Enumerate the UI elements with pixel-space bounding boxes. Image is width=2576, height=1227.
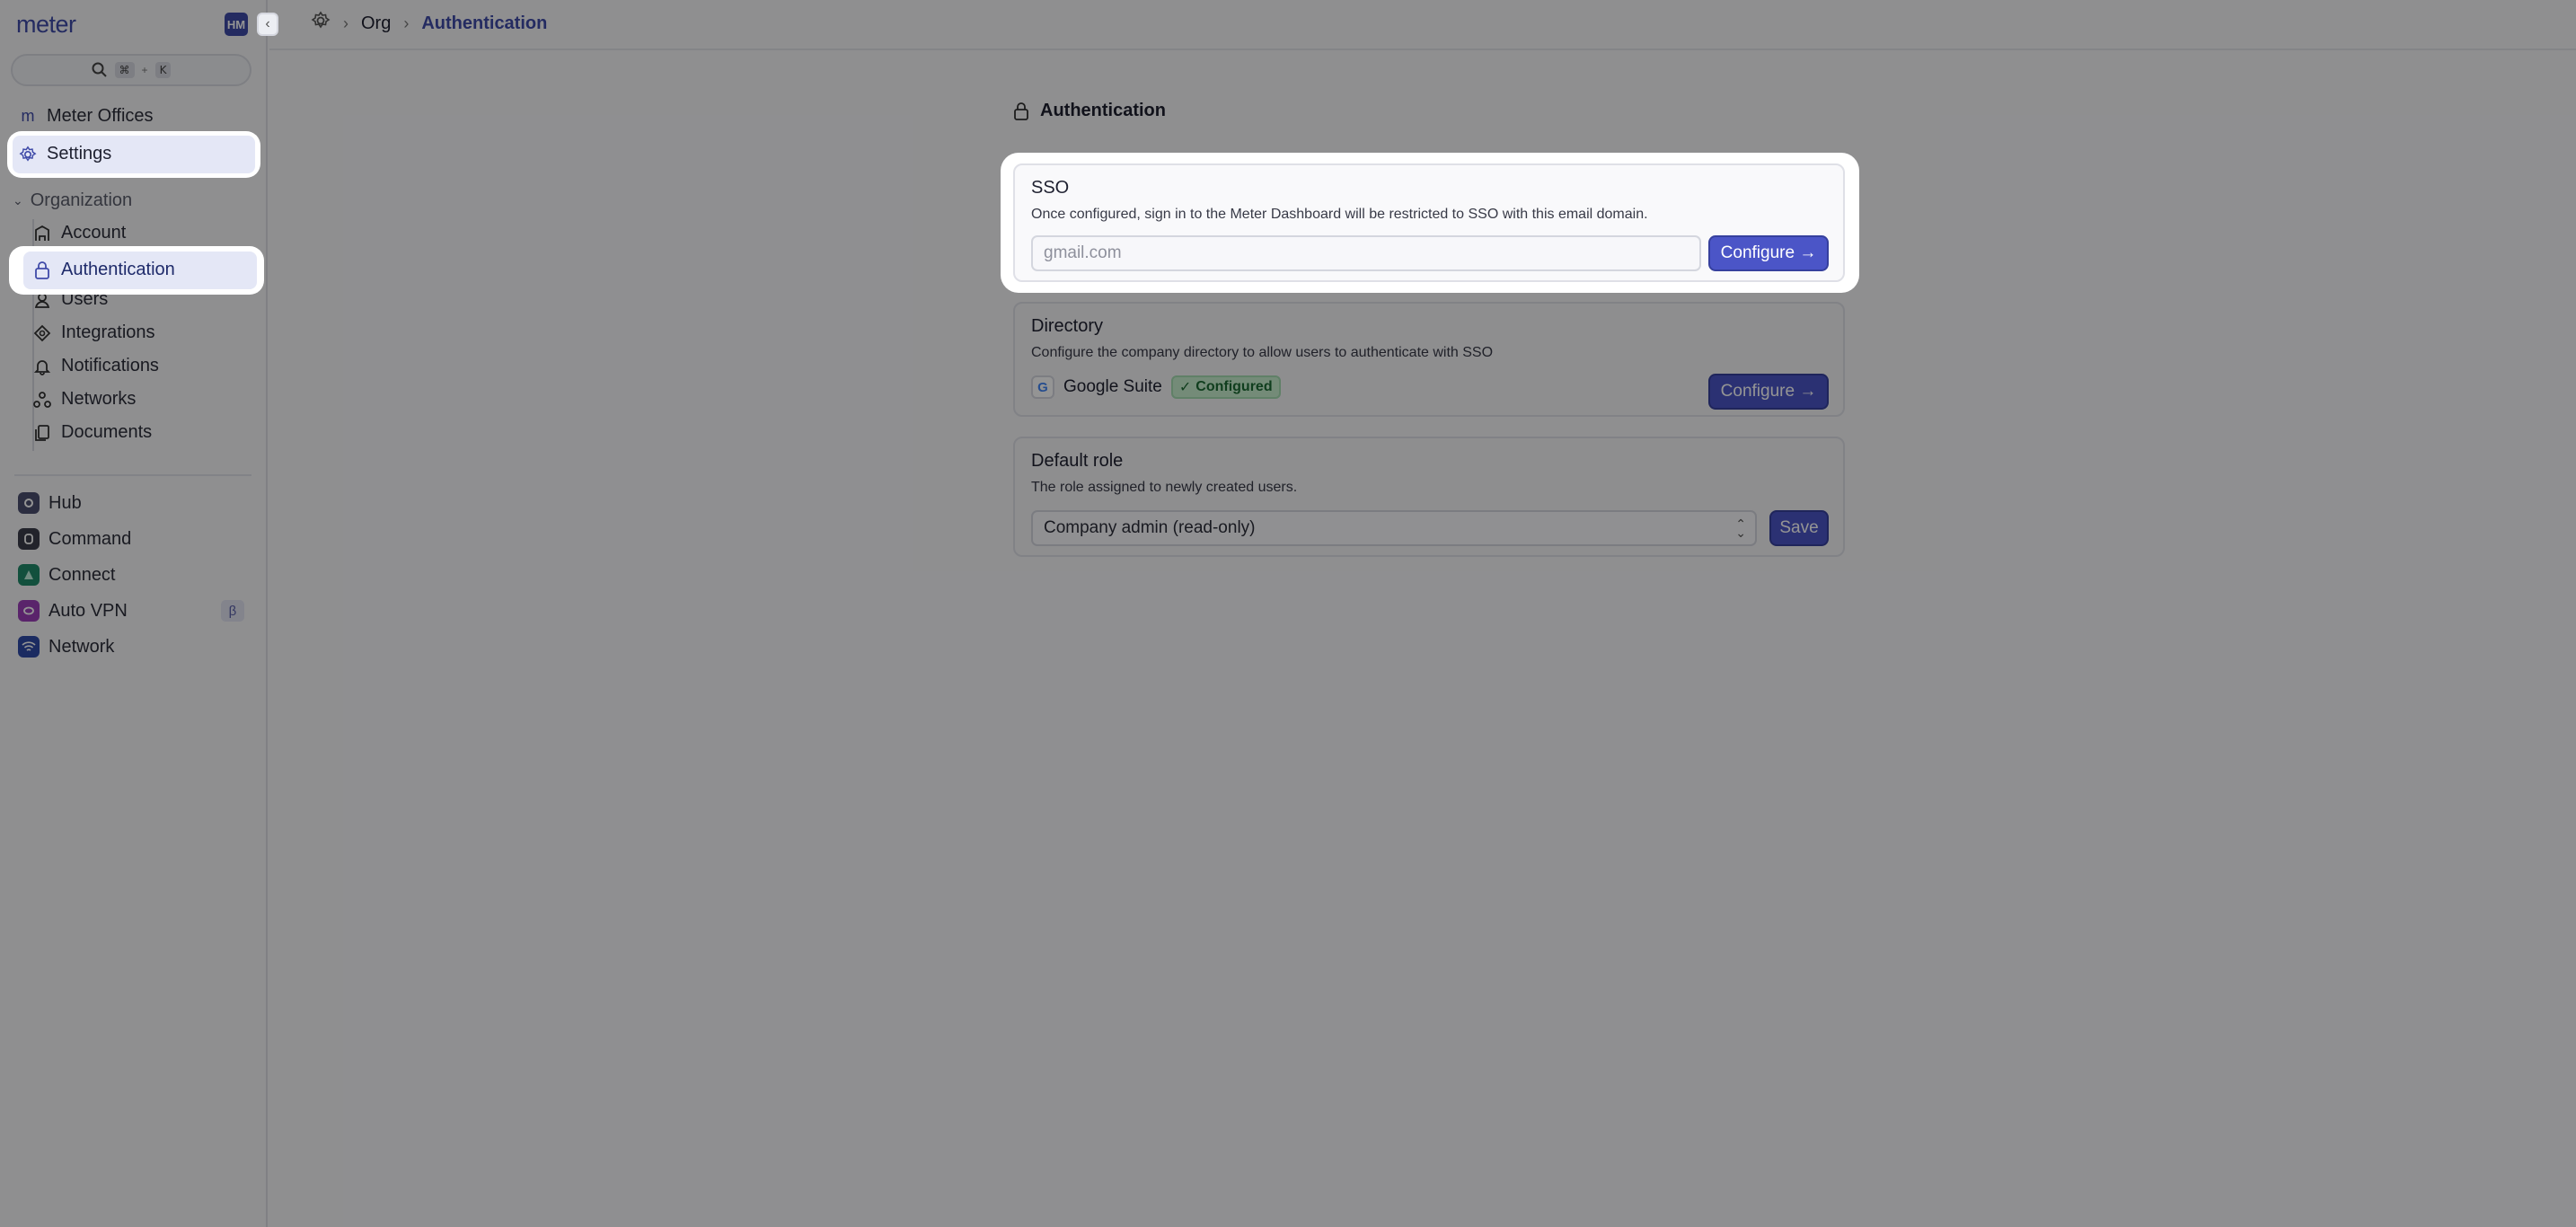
app-label: Auto VPN — [49, 600, 128, 621]
breadcrumb: › Org › Authentication — [311, 11, 547, 36]
hub-icon — [18, 492, 40, 514]
kbd-plus: + — [141, 64, 148, 76]
app-hub[interactable]: Hub — [18, 492, 82, 514]
command-icon — [18, 528, 40, 550]
directory-title: Directory — [1031, 316, 1104, 336]
sidebar-item-account[interactable]: Account — [32, 223, 126, 243]
sso-configure-button[interactable]: Configure → — [1708, 235, 1829, 271]
check-icon: ✓ — [1178, 380, 1192, 395]
role-select[interactable]: Company admin (read-only) ⌃ ⌄ — [1031, 510, 1757, 546]
org-name: Meter Offices — [47, 106, 154, 126]
sidebar-item-label: Notifications — [61, 356, 159, 375]
settings-label: Settings — [47, 144, 112, 163]
sidebar-divider — [14, 474, 251, 476]
networks-icon — [32, 390, 52, 410]
documents-icon — [32, 423, 52, 443]
directory-description: Configure the company directory to allow… — [1031, 345, 1494, 360]
organization-group[interactable]: ⌄ Organization — [13, 190, 132, 211]
lock-icon — [32, 260, 52, 280]
app-auto-vpn[interactable]: Auto VPN — [18, 600, 128, 622]
connect-icon — [18, 564, 40, 586]
default-role-description: The role assigned to newly created users… — [1031, 480, 1298, 495]
search-button[interactable]: ⌘ + K — [11, 54, 251, 86]
sso-title: SSO — [1031, 178, 1070, 198]
kbd-cmd: ⌘ — [114, 62, 135, 78]
role-select-value: Company admin (read-only) — [1044, 518, 1256, 537]
building-icon — [32, 224, 52, 243]
integration-icon — [32, 323, 52, 343]
chevron-right-icon: › — [343, 13, 348, 32]
chevron-right-icon: › — [403, 13, 410, 32]
sidebar-item-documents[interactable]: Documents — [32, 422, 152, 443]
collapse-sidebar-button[interactable]: ‹ — [257, 13, 278, 36]
app-label: Hub — [49, 492, 82, 513]
meter-logo[interactable]: meter — [16, 11, 76, 39]
search-icon — [92, 62, 107, 77]
save-button[interactable]: Save — [1769, 510, 1829, 546]
status-text: Configured — [1195, 379, 1273, 394]
default-role-card: Default role The role assigned to newly … — [1013, 437, 1845, 557]
group-label: Organization — [30, 190, 133, 210]
gear-icon[interactable] — [311, 11, 331, 36]
app-connect[interactable]: Connect — [18, 564, 116, 586]
google-icon: G — [1031, 375, 1054, 399]
page-title: Authentication — [1013, 101, 1166, 121]
breadcrumb-org[interactable]: Org — [361, 13, 391, 34]
beta-badge: β — [221, 600, 244, 622]
org-switcher[interactable]: m Meter Offices — [18, 106, 154, 127]
lock-icon — [1014, 102, 1028, 120]
directory-configure-button[interactable]: Configure → — [1708, 374, 1829, 410]
provider-name: Google Suite — [1063, 377, 1162, 396]
directory-provider: G Google Suite ✓ Configured — [1031, 375, 1281, 399]
app-command[interactable]: Command — [18, 528, 131, 550]
sidebar-item-settings[interactable]: Settings — [13, 136, 255, 173]
app-network[interactable]: Network — [18, 636, 114, 658]
sidebar-item-label: Integrations — [61, 322, 155, 342]
auto-vpn-icon — [18, 600, 40, 622]
app-label: Command — [49, 528, 132, 549]
kbd-k: K — [154, 62, 172, 78]
sidebar-item-authentication[interactable]: Authentication — [23, 252, 257, 289]
sso-card: SSO Once configured, sign in to the Mete… — [1013, 163, 1845, 282]
sidebar-item-networks[interactable]: Networks — [32, 389, 136, 410]
bell-icon — [32, 357, 52, 376]
default-role-title: Default role — [1031, 451, 1124, 471]
app-label: Network — [49, 636, 115, 657]
chevron-down-icon: ⌄ — [13, 193, 23, 207]
breadcrumb-current: Authentication — [421, 13, 548, 33]
sidebar-item-label: Documents — [61, 422, 153, 442]
top-bar — [269, 0, 2576, 50]
chevron-left-icon: ‹ — [265, 16, 270, 31]
email-domain-input[interactable]: gmail.com — [1031, 235, 1701, 271]
sidebar-item-label: Authentication — [61, 260, 175, 279]
meter-m-icon: m — [21, 107, 35, 125]
page-title-text: Authentication — [1040, 101, 1166, 120]
avatar[interactable]: HM — [225, 13, 248, 36]
gear-icon — [18, 145, 38, 164]
sidebar-item-label: Account — [61, 223, 127, 243]
sidebar-item-label: Networks — [61, 389, 137, 409]
directory-card: Directory Configure the company director… — [1013, 302, 1845, 417]
sidebar-item-notifications[interactable]: Notifications — [32, 356, 159, 376]
chevron-updown-icon: ⌃ ⌄ — [1735, 516, 1746, 540]
wifi-icon — [18, 636, 40, 658]
sidebar-item-integrations[interactable]: Integrations — [32, 322, 155, 343]
sso-description: Once configured, sign in to the Meter Da… — [1031, 207, 1648, 222]
app-label: Connect — [49, 564, 116, 585]
status-badge: ✓ Configured — [1170, 375, 1281, 399]
sidebar: meter HM ⌘ + K m Meter Offices ⌄ Organiz… — [0, 0, 268, 1227]
